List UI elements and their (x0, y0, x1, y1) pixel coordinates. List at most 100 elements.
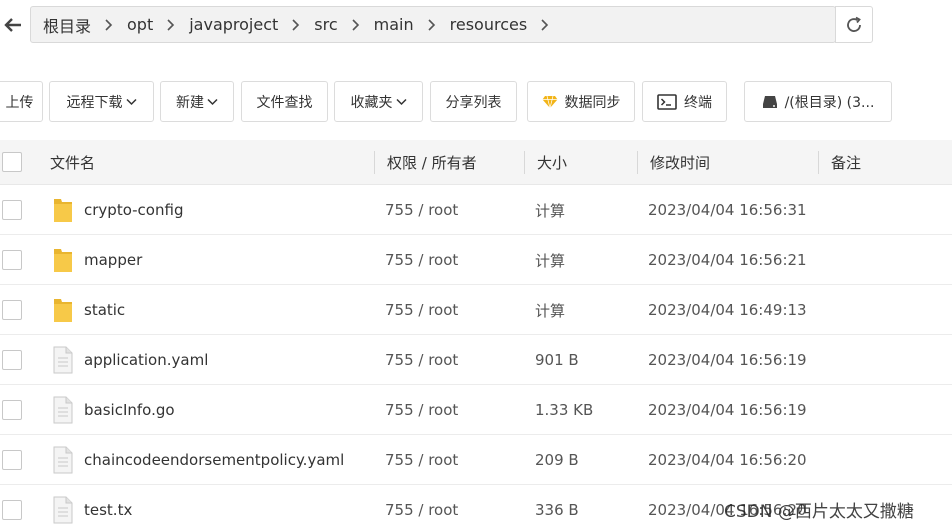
file-name[interactable]: application.yaml (84, 335, 208, 385)
watermark-text: CSDN @西片太太又撒糖 (724, 502, 914, 522)
breadcrumb-resources[interactable]: resources (448, 15, 530, 34)
chevron-right-icon (541, 18, 549, 31)
row-checkbox[interactable] (2, 450, 22, 470)
file-size: 1.33 KB (535, 401, 594, 419)
header-note[interactable]: 备注 (831, 140, 861, 185)
file-permission[interactable]: 755 / root (385, 335, 458, 385)
file-name[interactable]: crypto-config (84, 185, 183, 235)
file-size: 209 B (535, 451, 579, 469)
table-row[interactable]: mapper 755 / root 计算 2023/04/04 16:56:21 (0, 235, 952, 285)
row-checkbox[interactable] (2, 500, 22, 520)
chevron-right-icon (105, 18, 113, 31)
file-modified-time: 2023/04/04 16:56:31 (648, 201, 807, 219)
favorites-button[interactable]: 收藏夹 (334, 81, 423, 122)
table-header: 文件名 权限 / 所有者 大小 修改时间 备注 (0, 140, 952, 185)
file-name[interactable]: chaincodeendorsementpolicy.yaml (84, 435, 344, 485)
file-icon (53, 396, 73, 424)
toolbar: 上传 远程下载 新建 文件查找 收藏夹 分享列表 数据同步 终端 /(根目录) … (0, 81, 952, 122)
breadcrumb-javaproject[interactable]: javaproject (187, 15, 280, 34)
chevron-down-icon (207, 98, 218, 106)
file-modified-time: 2023/04/04 16:56:19 (648, 401, 807, 419)
file-permission[interactable]: 755 / root (385, 235, 458, 285)
breadcrumb-opt[interactable]: opt (125, 15, 155, 34)
breadcrumb-main[interactable]: main (372, 15, 416, 34)
table-row[interactable]: basicInfo.go 755 / root 1.33 KB 2023/04/04 … (0, 385, 952, 435)
hard-drive-icon (762, 95, 778, 109)
file-icon (53, 496, 73, 524)
file-permission[interactable]: 755 / root (385, 435, 458, 485)
row-checkbox[interactable] (2, 300, 22, 320)
header-mtime[interactable]: 修改时间 (650, 140, 710, 185)
remote-download-label: 远程下载 (66, 94, 123, 111)
new-label: 新建 (176, 94, 204, 111)
data-sync-button[interactable]: 数据同步 (527, 81, 635, 122)
table-row[interactable]: application.yaml 755 / root 901 B 2023/04/0… (0, 335, 952, 385)
favorites-label: 收藏夹 (350, 94, 393, 111)
row-checkbox[interactable] (2, 250, 22, 270)
folder-icon (54, 249, 72, 272)
header-perm[interactable]: 权限 / 所有者 (387, 140, 477, 185)
file-name[interactable]: basicInfo.go (84, 385, 175, 435)
chevron-right-icon (352, 18, 360, 31)
file-size: 901 B (535, 351, 579, 369)
file-search-label: 文件查找 (256, 94, 313, 111)
share-list-label: 分享列表 (445, 94, 502, 111)
breadcrumb-root[interactable]: 根目录 (41, 13, 93, 37)
row-checkbox[interactable] (2, 200, 22, 220)
file-permission[interactable]: 755 / root (385, 385, 458, 435)
column-divider[interactable] (374, 151, 375, 174)
terminal-button[interactable]: 终端 (642, 81, 727, 122)
table-row[interactable]: crypto-config 755 / root 计算 2023/04/04 16:5… (0, 185, 952, 235)
refresh-button[interactable] (835, 6, 873, 43)
column-divider[interactable] (818, 151, 819, 174)
file-modified-time: 2023/04/04 16:56:21 (648, 251, 807, 269)
upload-button[interactable]: 上传 (0, 81, 43, 122)
file-modified-time: 2023/04/04 16:56:19 (648, 351, 807, 369)
calculate-size-link[interactable]: 计算 (535, 235, 565, 285)
chevron-right-icon (167, 18, 175, 31)
calculate-size-link[interactable]: 计算 (535, 185, 565, 235)
folder-icon (54, 199, 72, 222)
new-button[interactable]: 新建 (160, 81, 234, 122)
row-checkbox[interactable] (2, 350, 22, 370)
disk-selector-button[interactable]: /(根目录) (3... (744, 81, 892, 122)
remote-download-button[interactable]: 远程下载 (49, 81, 154, 122)
file-name[interactable]: static (84, 285, 125, 335)
file-permission[interactable]: 755 / root (385, 485, 458, 529)
table-row[interactable]: chaincodeendorsementpolicy.yaml 755 / roo… (0, 435, 952, 485)
file-size: 336 B (535, 501, 579, 519)
breadcrumb[interactable]: 根目录 opt javaproject src main resources (30, 6, 836, 43)
refresh-icon (847, 16, 861, 32)
file-name[interactable]: test.tx (84, 485, 132, 529)
chevron-down-icon (125, 98, 137, 106)
share-list-button[interactable]: 分享列表 (430, 81, 517, 122)
folder-icon (54, 299, 72, 322)
terminal-label: 终端 (684, 94, 712, 111)
file-permission[interactable]: 755 / root (385, 185, 458, 235)
select-all-checkbox[interactable] (2, 152, 22, 172)
file-name[interactable]: mapper (84, 235, 142, 285)
table-row[interactable]: static 755 / root 计算 2023/04/04 16:49:13 (0, 285, 952, 335)
terminal-icon (657, 93, 677, 110)
file-icon (53, 346, 73, 374)
column-divider[interactable] (524, 151, 525, 174)
arrow-left-icon (4, 18, 21, 32)
file-permission[interactable]: 755 / root (385, 285, 458, 335)
chevron-right-icon (292, 18, 300, 31)
breadcrumb-src[interactable]: src (312, 15, 339, 34)
file-search-button[interactable]: 文件查找 (241, 81, 328, 122)
header-name[interactable]: 文件名 (50, 140, 95, 185)
data-sync-label: 数据同步 (564, 94, 621, 111)
file-icon (53, 446, 73, 474)
column-divider[interactable] (637, 151, 638, 174)
chevron-down-icon (395, 98, 407, 106)
header-size[interactable]: 大小 (537, 140, 567, 185)
diamond-icon (542, 95, 558, 109)
file-modified-time: 2023/04/04 16:56:20 (648, 451, 807, 469)
disk-label: /(根目录) (3... (784, 94, 875, 111)
chevron-right-icon (428, 18, 436, 31)
calculate-size-link[interactable]: 计算 (535, 285, 565, 335)
back-button[interactable] (0, 8, 26, 42)
row-checkbox[interactable] (2, 400, 22, 420)
file-modified-time: 2023/04/04 16:49:13 (648, 301, 807, 319)
